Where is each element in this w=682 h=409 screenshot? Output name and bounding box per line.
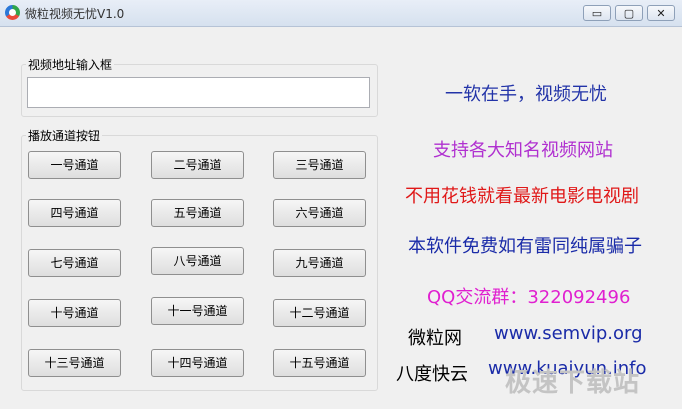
channel-9-button[interactable]: 九号通道	[273, 249, 366, 277]
channel-1-button[interactable]: 一号通道	[28, 151, 121, 179]
channel-7-button[interactable]: 七号通道	[28, 249, 121, 277]
app-logo-icon	[5, 5, 20, 20]
site1-name: 微粒网	[408, 328, 462, 349]
channel-4-button[interactable]: 四号通道	[28, 199, 121, 227]
channel-10-button[interactable]: 十号通道	[28, 299, 121, 327]
site2-name: 八度快云	[396, 364, 468, 385]
qq-group-text: QQ交流群：322092496	[427, 287, 631, 308]
video-url-input[interactable]	[27, 77, 370, 108]
free-movies-text: 不用花钱就看最新电影电视剧	[405, 186, 639, 207]
channel-3-button[interactable]: 三号通道	[273, 151, 366, 179]
channel-15-button[interactable]: 十五号通道	[273, 349, 366, 377]
channel-8-button[interactable]: 八号通道	[151, 247, 244, 275]
window-title: 微粒视频无忧V1.0	[25, 7, 125, 21]
channel-13-button[interactable]: 十三号通道	[28, 349, 121, 377]
watermark-logo: 极速下载站	[505, 368, 641, 398]
channel-6-button[interactable]: 六号通道	[273, 199, 366, 227]
site1-link[interactable]: www.semvip.org	[494, 323, 643, 344]
url-group-label: 视频地址输入框	[26, 56, 115, 73]
app-window: 微粒视频无忧V1.0 ▭ ▢ ✕ 视频地址输入框 播放通道按钮 一号通道 二号通…	[0, 0, 682, 409]
title-bar[interactable]: 微粒视频无忧V1.0 ▭ ▢ ✕	[0, 0, 682, 27]
channel-12-button[interactable]: 十二号通道	[273, 299, 366, 327]
free-software-text: 本软件免费如有雷同纯属骗子	[408, 236, 642, 257]
channel-14-button[interactable]: 十四号通道	[151, 349, 244, 377]
maximize-button[interactable]: ▢	[615, 5, 643, 21]
slogan-text: 一软在手，视频无忧	[445, 84, 607, 105]
channel-2-button[interactable]: 二号通道	[151, 151, 244, 179]
close-button[interactable]: ✕	[647, 5, 675, 21]
channel-group-label: 播放通道按钮	[26, 127, 103, 144]
support-sites-text: 支持各大知名视频网站	[433, 140, 613, 161]
minimize-button[interactable]: ▭	[583, 5, 611, 21]
channel-5-button[interactable]: 五号通道	[151, 199, 244, 227]
channel-11-button[interactable]: 十一号通道	[151, 297, 244, 325]
